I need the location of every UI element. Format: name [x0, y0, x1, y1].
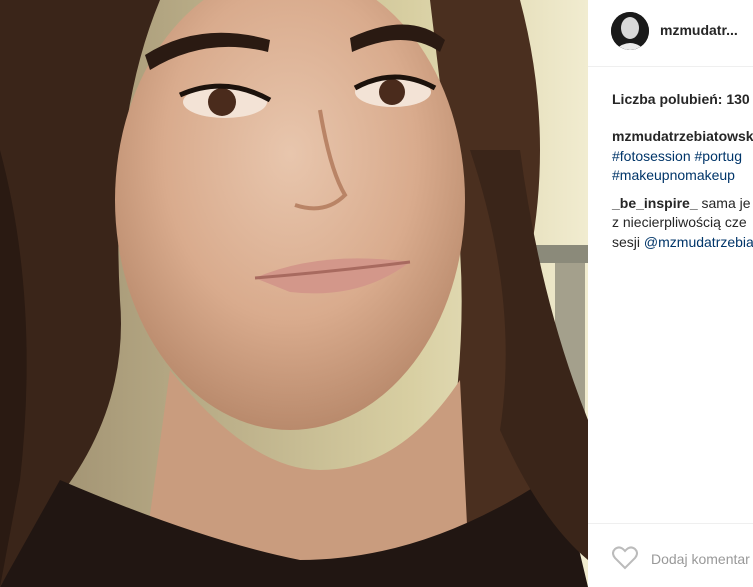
- comment-text: z niecierpliwością cze: [612, 214, 747, 230]
- comment-text: sesji: [612, 233, 644, 250]
- heart-icon[interactable]: [612, 546, 638, 570]
- username-link[interactable]: mzmudatr...: [660, 22, 738, 38]
- post-header: mzmudatr...: [588, 0, 753, 67]
- comment-bar: Dodaj komentar: [588, 523, 753, 587]
- avatar-image: [611, 12, 649, 50]
- caption: mzmudatrzebiatowsk #fotosession #portug …: [612, 127, 753, 252]
- post-sidebar: mzmudatr... Liczba polubień: 130 mzmudat…: [588, 0, 753, 587]
- selfie-image: [0, 0, 588, 587]
- avatar[interactable]: [611, 12, 649, 50]
- mention-link[interactable]: @mzmudatrzebia: [644, 234, 753, 250]
- likes-count[interactable]: Liczba polubień: 130: [612, 91, 750, 107]
- post-photo[interactable]: [0, 0, 588, 587]
- caption-author-link[interactable]: mzmudatrzebiatowsk: [612, 128, 753, 144]
- hashtag-link[interactable]: #makeupnomakeup: [612, 167, 735, 183]
- comment-user-link[interactable]: _be_inspire_: [612, 195, 698, 211]
- add-comment-input[interactable]: Dodaj komentar: [651, 551, 750, 567]
- hashtag-link[interactable]: #fotosession #portug: [612, 148, 742, 164]
- comment-text: sama je: [697, 194, 751, 211]
